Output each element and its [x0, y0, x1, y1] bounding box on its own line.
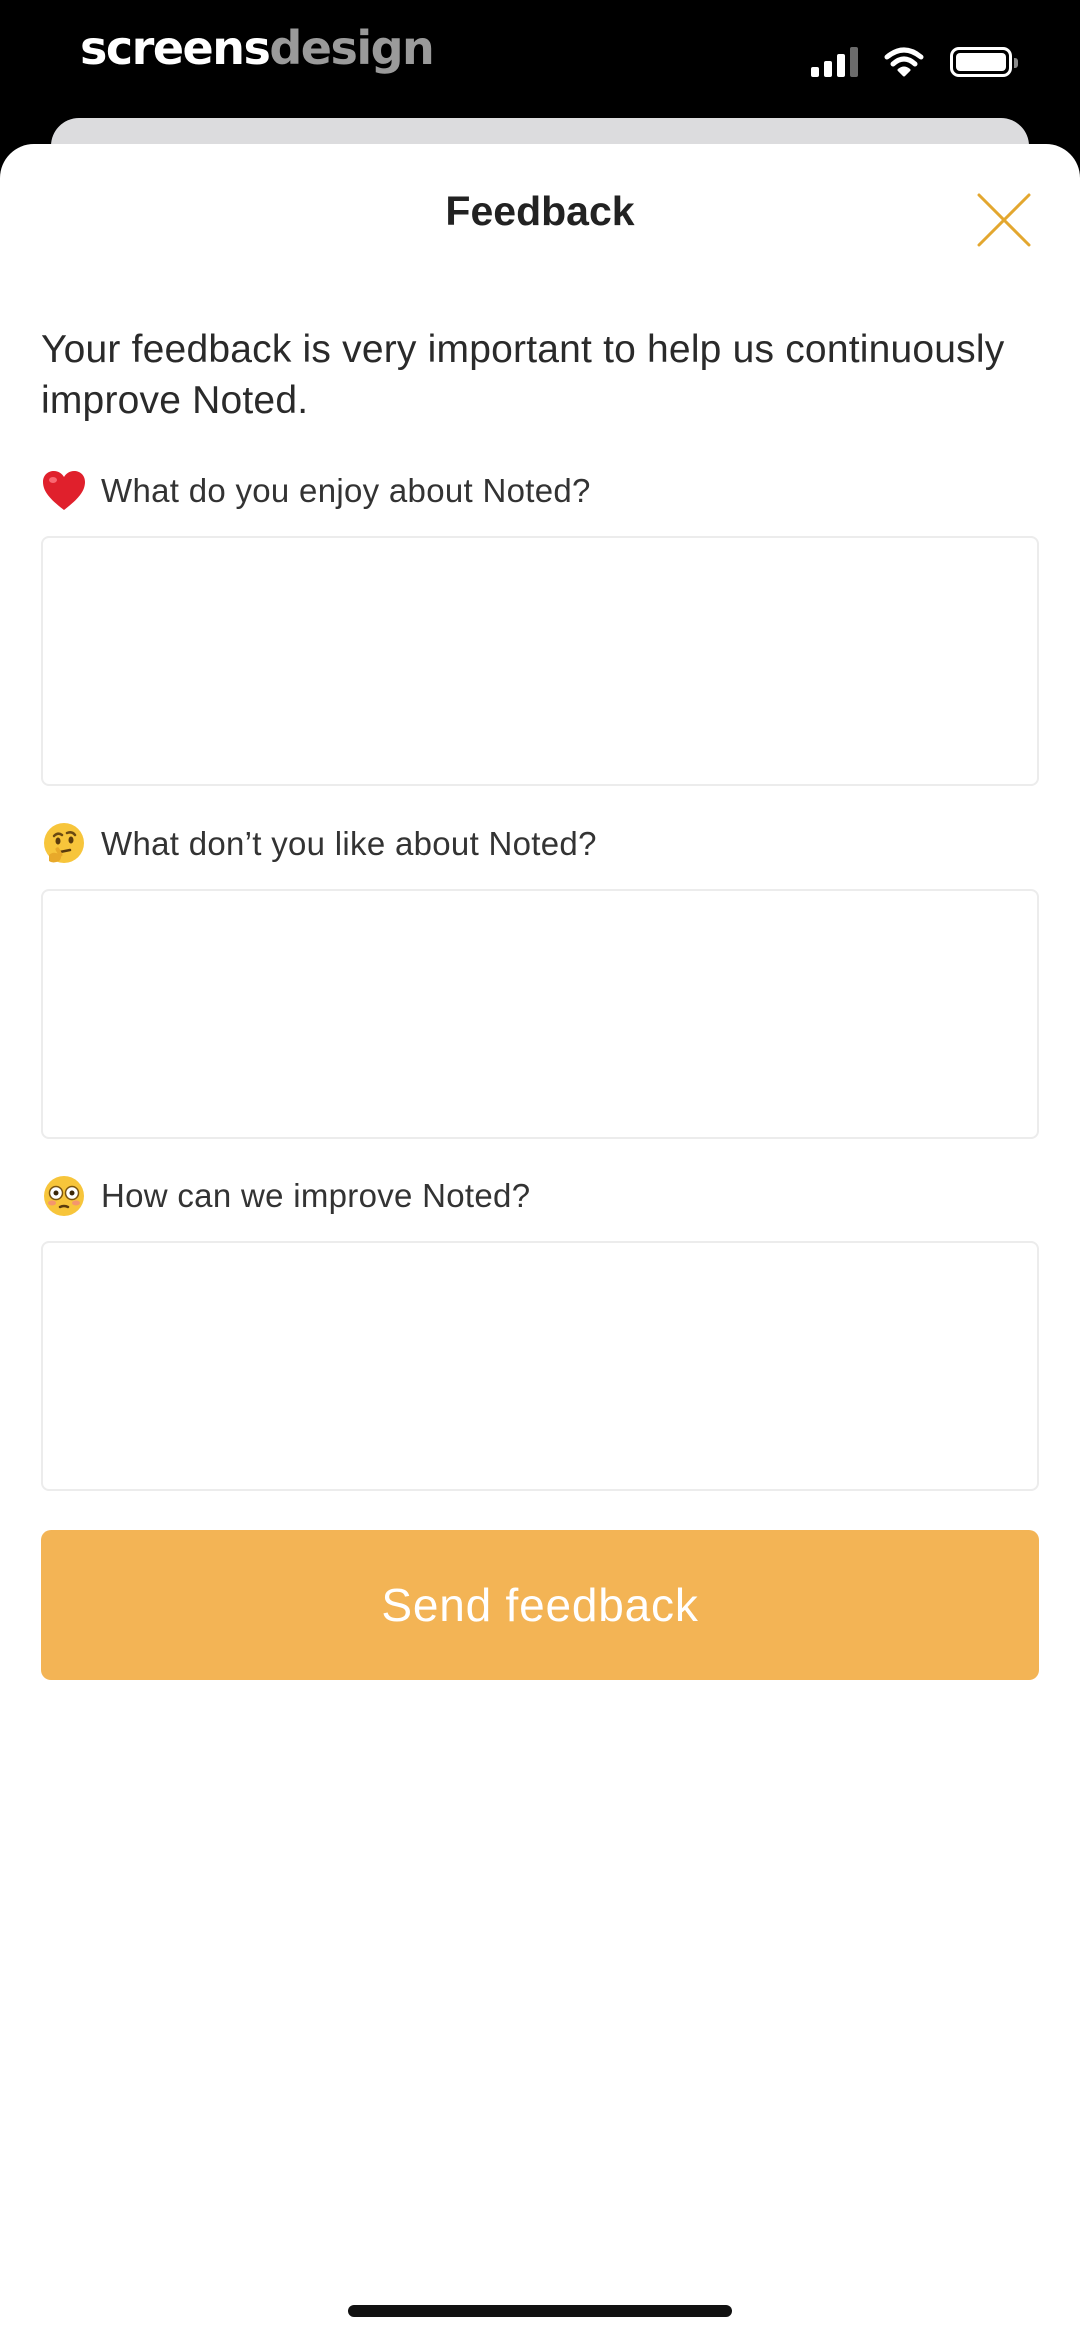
cellular-signal-icon [811, 47, 858, 77]
heart-emoji-icon [43, 471, 85, 510]
question-label: What don’t you like about Noted? [101, 825, 597, 862]
home-indicator [348, 2305, 732, 2317]
status-bar: screensdesign [0, 0, 1080, 120]
flushed-face-emoji-icon [44, 1176, 84, 1216]
status-icons [811, 42, 1018, 82]
screen: screensdesign Feedback Your feedback is … [0, 0, 1080, 2335]
watermark-part-1: screens [80, 21, 271, 75]
close-icon [977, 193, 1031, 247]
dislike-input[interactable] [41, 889, 1039, 1139]
close-button[interactable] [968, 184, 1040, 256]
question-enjoy: What do you enjoy about Noted? [41, 468, 591, 514]
question-improve: How can we improve Noted? [41, 1173, 530, 1219]
battery-icon [950, 47, 1018, 77]
watermark-logo: screensdesign [80, 18, 435, 78]
question-dislike: What don’t you like about Noted? [41, 821, 597, 867]
intro-text: Your feedback is very important to help … [41, 328, 1005, 422]
question-label: How can we improve Noted? [101, 1177, 531, 1214]
feedback-sheet: Feedback Your feedback is very important… [0, 144, 1080, 2335]
sheet-title: Feedback [445, 188, 635, 234]
enjoy-input[interactable] [41, 536, 1039, 786]
thinking-face-emoji-icon [44, 823, 84, 863]
wifi-icon [884, 47, 924, 77]
question-label: What do you enjoy about Noted? [101, 472, 591, 509]
improve-input[interactable] [41, 1241, 1039, 1491]
watermark-part-2: design [269, 21, 434, 75]
send-feedback-button[interactable]: Send feedback [41, 1530, 1039, 1680]
